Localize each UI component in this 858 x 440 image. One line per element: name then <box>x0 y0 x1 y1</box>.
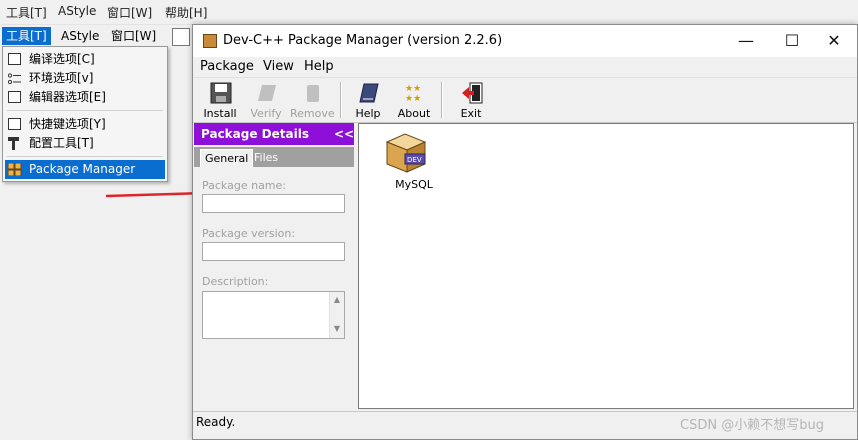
scroll-up-icon[interactable]: ▲ <box>330 295 344 304</box>
tab-files[interactable]: Files <box>250 149 282 166</box>
ide-menu-tools[interactable]: 工具[T] <box>6 4 47 21</box>
install-button[interactable]: Install <box>198 80 242 120</box>
verify-button[interactable]: Verify <box>244 80 288 120</box>
toolbar-separator <box>340 82 342 118</box>
svg-text:★★: ★★ <box>405 84 421 94</box>
package-manager-window: Dev-C++ Package Manager (version 2.2.6) … <box>192 24 858 440</box>
minimize-button[interactable]: — <box>723 25 769 57</box>
package-name-label: Package name: <box>202 179 286 192</box>
menu-help[interactable]: Help <box>304 58 334 76</box>
ide-menubar: 工具[T] AStyle 窗口[W] 帮助[H] <box>0 0 858 25</box>
install-icon <box>210 82 232 104</box>
remove-button[interactable]: Remove <box>290 80 335 120</box>
package-version-label: Package version: <box>202 227 296 240</box>
package-item-mysql[interactable]: DEV MySQL <box>379 132 439 192</box>
remove-icon <box>307 85 319 102</box>
menu-view[interactable]: View <box>263 58 294 76</box>
tab-general[interactable]: General <box>200 149 254 167</box>
package-name-field[interactable] <box>202 194 345 213</box>
package-name-text: MySQL <box>395 178 433 191</box>
exit-button[interactable]: Exit <box>449 80 493 120</box>
menu-item-editor-options[interactable]: 编辑器选项[E] <box>5 88 165 107</box>
exit-icon <box>462 82 483 104</box>
ide-menu-astyle[interactable]: AStyle <box>58 4 96 18</box>
menu-separator <box>7 110 163 111</box>
svg-text:★★: ★★ <box>405 94 421 104</box>
close-button[interactable]: ✕ <box>811 25 857 57</box>
package-details-panel: Package Details << General Files Package… <box>194 123 354 413</box>
menu-item-compile-options[interactable]: 编译选项[C] <box>5 50 165 69</box>
details-tabs: General Files <box>194 147 354 167</box>
package-app-icon <box>203 34 217 48</box>
package-list: DEV MySQL <box>358 123 854 409</box>
tools-dropdown-menu: 编译选项[C] 环境选项[v] 编辑器选项[E] 快捷键选项[Y] 配置工具[T… <box>2 46 168 182</box>
maximize-button[interactable]: ☐ <box>769 25 815 57</box>
package-version-field[interactable] <box>202 242 345 261</box>
menu-separator <box>7 156 163 157</box>
menu-package[interactable]: Package <box>200 58 254 76</box>
collapse-panel-button[interactable]: << <box>334 123 354 145</box>
help-button[interactable]: Help <box>346 80 390 120</box>
editor-options-icon <box>8 91 21 103</box>
toolbar-separator <box>441 82 443 118</box>
menu-item-environment-options[interactable]: 环境选项[v] <box>5 69 165 88</box>
dropdown-menubar: 工具[T] AStyle 窗口[W] <box>0 26 166 46</box>
description-field[interactable]: ▲ ▼ <box>202 291 345 339</box>
window-menubar: Package View Help <box>193 57 857 77</box>
menu-item-configure-tools[interactable]: 配置工具[T] <box>5 134 165 153</box>
about-button[interactable]: ★★ ★★ About <box>392 80 436 120</box>
about-stars-icon: ★★★★ <box>405 84 421 104</box>
menu-item-shortcut-options[interactable]: 快捷键选项[Y] <box>5 115 165 134</box>
menu-astyle[interactable]: AStyle <box>57 27 103 45</box>
description-label: Description: <box>202 275 269 288</box>
package-details-header: Package Details << <box>194 123 354 145</box>
verify-icon <box>258 85 276 101</box>
compile-options-icon <box>8 53 21 65</box>
configure-tools-icon <box>8 137 21 150</box>
window-titlebar[interactable]: Dev-C++ Package Manager (version 2.2.6) … <box>193 25 857 57</box>
status-text: Ready. <box>196 415 236 429</box>
scroll-down-icon[interactable]: ▼ <box>330 324 344 333</box>
svg-text:DEV: DEV <box>407 156 422 164</box>
window-toolbar: Install Verify Remove Help ★★ ★★ About Ex… <box>193 77 857 123</box>
menu-tools-active[interactable]: 工具[T] <box>2 27 51 45</box>
ide-menu-window[interactable]: 窗口[W] <box>107 4 152 21</box>
description-scrollbar[interactable]: ▲ ▼ <box>329 292 344 338</box>
ide-toolbar-icon[interactable] <box>172 28 190 46</box>
shortcut-options-icon <box>8 118 21 130</box>
environment-options-icon <box>7 72 21 85</box>
menu-window[interactable]: 窗口[W] <box>107 27 160 45</box>
package-manager-icon <box>7 162 22 177</box>
help-book-icon <box>359 83 379 103</box>
watermark: CSDN @小赖不想写bug <box>680 418 824 433</box>
window-title: Dev-C++ Package Manager (version 2.2.6) <box>223 33 503 48</box>
ide-menu-help[interactable]: 帮助[H] <box>165 4 207 21</box>
package-box-icon: DEV <box>385 133 427 173</box>
